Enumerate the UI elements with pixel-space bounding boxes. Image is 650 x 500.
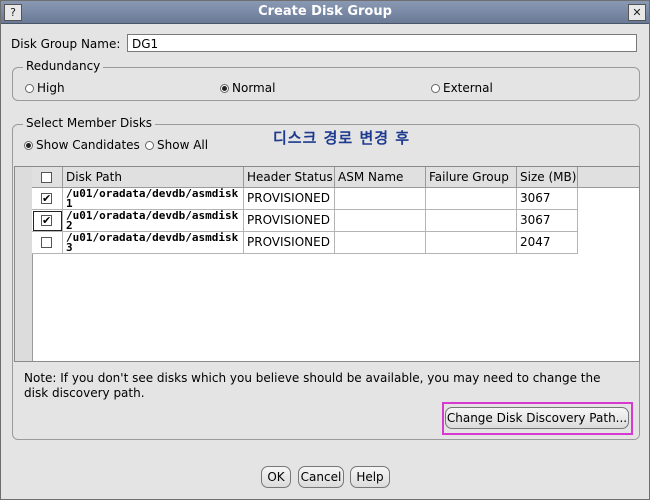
column-header-failure-group[interactable]: Failure Group: [426, 167, 517, 188]
help-button[interactable]: Help: [350, 466, 390, 488]
radio-normal-indicator[interactable]: [220, 83, 229, 93]
column-header-disk-path[interactable]: Disk Path: [63, 167, 244, 188]
table-row-3-select[interactable]: [32, 232, 63, 254]
discovery-path-note: Note: If you don't see disks which you b…: [24, 371, 601, 400]
radio-show-all[interactable]: Show All: [145, 138, 208, 152]
radio-external-indicator[interactable]: [431, 83, 440, 93]
radio-high[interactable]: High: [25, 81, 65, 95]
table-row-1-failure-group[interactable]: [426, 188, 517, 210]
disk-group-name-label: Disk Group Name:: [11, 37, 121, 51]
column-header-select[interactable]: [32, 167, 63, 188]
radio-show-candidates-indicator[interactable]: [24, 140, 33, 150]
radio-show-all-label: Show All: [157, 138, 209, 152]
cancel-button[interactable]: Cancel: [298, 466, 344, 488]
table-row-3-header-status: PROVISIONED: [244, 232, 335, 254]
row-header-column: [15, 167, 33, 361]
redundancy-title: Redundancy: [23, 59, 104, 73]
table-row-1-select[interactable]: ✔: [32, 188, 63, 210]
table-row-1-disk-path: /u01/oradata/devdb/asmdisk1: [63, 188, 244, 210]
table-row-1-size: 3067: [517, 188, 578, 210]
radio-show-all-indicator[interactable]: [145, 140, 154, 150]
table-row-1-asm-name[interactable]: [335, 188, 426, 210]
disk-group-name-input[interactable]: DG1: [127, 34, 637, 52]
table-row-2-header-status: PROVISIONED: [244, 210, 335, 232]
radio-external[interactable]: External: [431, 81, 493, 95]
disks-table: Disk Path Header Status ASM Name Failure…: [14, 166, 640, 362]
column-header-header-status[interactable]: Header Status: [244, 167, 335, 188]
row-3-checkbox[interactable]: [41, 237, 52, 248]
table-row-3-size: 2047: [517, 232, 578, 254]
annotation-text: 디스크 경로 변경 후: [273, 129, 411, 147]
radio-external-label: External: [443, 81, 493, 95]
table-row-2-disk-path: /u01/oradata/devdb/asmdisk2: [63, 210, 244, 232]
column-header-size[interactable]: Size (MB): [517, 167, 578, 188]
radio-show-candidates-label: Show Candidates: [36, 138, 140, 152]
create-disk-group-dialog: ? Create Disk Group ✕ Disk Group Name: D…: [0, 0, 650, 500]
ok-button[interactable]: OK: [261, 466, 291, 488]
title-bar[interactable]: ? Create Disk Group ✕: [1, 1, 649, 24]
row-1-checkbox[interactable]: ✔: [41, 193, 52, 204]
redundancy-group: [12, 67, 640, 101]
table-row-1-header-status: PROVISIONED: [244, 188, 335, 210]
table-row-2-select[interactable]: ✔: [32, 210, 63, 232]
table-row-3-disk-path: /u01/oradata/devdb/asmdisk3: [63, 232, 244, 254]
column-header-filler: [578, 167, 639, 188]
column-header-asm-name[interactable]: ASM Name: [335, 167, 426, 188]
radio-normal[interactable]: Normal: [220, 81, 275, 95]
table-row-2-size: 3067: [517, 210, 578, 232]
table-row-3-asm-name[interactable]: [335, 232, 426, 254]
select-all-checkbox[interactable]: [41, 172, 52, 183]
member-disks-title: Select Member Disks: [23, 116, 156, 130]
radio-normal-label: Normal: [232, 81, 276, 95]
table-row-2-failure-group[interactable]: [426, 210, 517, 232]
radio-high-indicator[interactable]: [25, 83, 34, 93]
row-2-checkbox[interactable]: ✔: [41, 215, 52, 226]
radio-show-candidates[interactable]: Show Candidates: [24, 138, 140, 152]
table-row-2-asm-name[interactable]: [335, 210, 426, 232]
table-row-3-failure-group[interactable]: [426, 232, 517, 254]
radio-high-label: High: [37, 81, 65, 95]
window-title: Create Disk Group: [258, 4, 392, 19]
close-icon[interactable]: ✕: [628, 4, 646, 21]
change-disk-discovery-path-button[interactable]: Change Disk Discovery Path...: [445, 407, 629, 429]
